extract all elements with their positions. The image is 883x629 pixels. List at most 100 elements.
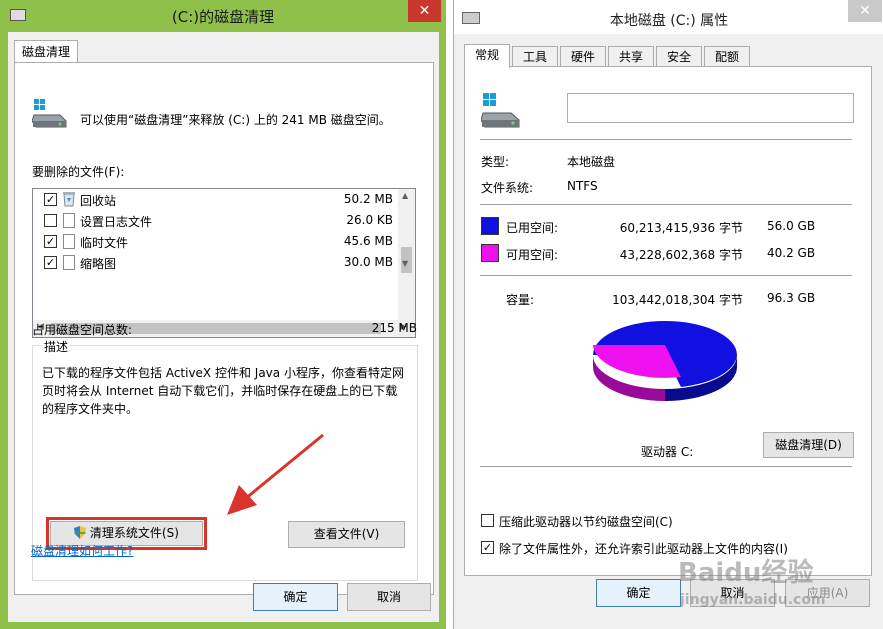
free-space-swatch <box>481 244 499 262</box>
file-icon <box>63 213 75 228</box>
list-item[interactable]: ✓ 缩略图 30.0 MB <box>33 252 397 273</box>
close-icon: ✕ <box>859 3 871 19</box>
type-value: 本地磁盘 <box>567 155 616 169</box>
watermark-logo: Baidu经验 <box>678 558 814 588</box>
capacity-bytes: 103,442,018,304 字节 <box>612 293 743 307</box>
index-checkbox[interactable]: ✓ <box>481 541 494 554</box>
file-name: 缩略图 <box>80 257 117 271</box>
tab-sharing[interactable]: 共享 <box>608 46 654 68</box>
tab-panel-general: 类型: 本地磁盘 文件系统: NTFS 已用空间: 60,213,415,936… <box>464 66 872 576</box>
dialog-client: 磁盘清理 可以使用“磁盘清理”来释放 (C:) 上的 241 MB 磁盘空间。 … <box>8 32 439 622</box>
tab-security[interactable]: 安全 <box>656 46 702 68</box>
tab-tools[interactable]: 工具 <box>512 46 558 68</box>
file-name: 临时文件 <box>80 236 129 250</box>
tab-hardware[interactable]: 硬件 <box>560 46 606 68</box>
total-label: 占用磁盘空间总数: <box>32 323 133 337</box>
tab-label: 配额 <box>714 50 739 64</box>
ok-button[interactable]: 确定 <box>253 583 338 611</box>
separator <box>480 139 852 140</box>
tab-panel: 可以使用“磁盘清理”来释放 (C:) 上的 241 MB 磁盘空间。 要删除的文… <box>14 62 434 595</box>
window-title: 本地磁盘 (C:) 属性 <box>609 13 729 29</box>
dialog-client: 常规 工具 硬件 共享 安全 配额 类型: 本地磁盘 文件系统: NTFS 已用… <box>454 34 883 629</box>
drive-label: 驱动器 C: <box>641 445 694 459</box>
tab-label: 工具 <box>522 50 547 64</box>
description-title: 描述 <box>42 338 71 355</box>
drive-icon <box>480 93 521 133</box>
tab-disk-cleanup[interactable]: 磁盘清理 <box>14 40 79 64</box>
file-name: 回收站 <box>80 194 117 208</box>
tab-label: 常规 <box>474 48 499 62</box>
button-label: 确定 <box>626 586 651 600</box>
arrow-annotation <box>227 433 324 515</box>
filesystem-value: NTFS <box>567 179 598 193</box>
files-label: 要删除的文件(F): <box>32 165 125 179</box>
check-mark: ✓ <box>482 541 493 554</box>
tab-label: 安全 <box>666 50 691 64</box>
view-files-button[interactable]: 查看文件(V) <box>288 521 405 548</box>
checkbox[interactable]: ✓ <box>44 193 57 206</box>
drive-name-input[interactable] <box>567 93 854 123</box>
description-text: 已下载的程序文件包括 ActiveX 控件和 Java 小程序，你查看特定网页时… <box>42 366 404 416</box>
close-button[interactable]: ✕ <box>848 0 882 22</box>
file-size: 50.2 MB <box>343 192 393 206</box>
checkbox[interactable]: ✓ <box>44 256 57 269</box>
disk-cleanup-window: (C:)的磁盘清理 ✕ 磁盘清理 可以使用“磁盘清理”来释放 (C:) 上的 2… <box>0 0 446 629</box>
tab-label: 共享 <box>618 50 643 64</box>
list-item[interactable]: ✓ 临时文件 45.6 MB <box>33 231 397 252</box>
tab-quota[interactable]: 配额 <box>704 46 750 68</box>
drive-properties-window: 本地磁盘 (C:) 属性 ✕ 常规 工具 硬件 共享 安全 配额 类型: 本地磁… <box>453 0 883 629</box>
cancel-button[interactable]: 取消 <box>347 583 431 611</box>
drive-icon <box>31 99 68 129</box>
watermark: Baidu经验 <box>678 552 813 589</box>
check-mark: ✓ <box>45 193 56 206</box>
button-label: 确定 <box>283 590 308 604</box>
check-mark: ✓ <box>45 256 56 269</box>
help-link[interactable]: 磁盘清理如何工作? <box>31 542 133 559</box>
shield-icon <box>74 524 87 539</box>
list-item[interactable]: 设置日志文件 26.0 KB <box>33 210 397 231</box>
title-bar[interactable]: (C:)的磁盘清理 <box>0 0 446 32</box>
used-space-label: 已用空间: <box>506 221 559 235</box>
used-space-gb: 56.0 GB <box>767 219 816 233</box>
checkbox[interactable]: ✓ <box>44 235 57 248</box>
compress-checkbox[interactable] <box>481 514 494 527</box>
scroll-up-icon[interactable]: ▲ <box>402 191 408 200</box>
recycle-bin-icon <box>62 191 76 207</box>
check-mark: ✓ <box>45 235 56 248</box>
type-label: 类型: <box>481 155 510 169</box>
close-icon: ✕ <box>418 3 431 19</box>
tab-label: 磁盘清理 <box>22 45 71 59</box>
filesystem-label: 文件系统: <box>481 181 534 195</box>
close-button[interactable]: ✕ <box>408 0 441 22</box>
file-icon <box>63 234 75 249</box>
files-list[interactable]: ✓ 回收站 50.2 MB 设置日志文件 26.0 KB ✓ 临时文件 45.6… <box>32 188 416 338</box>
free-space-gb: 40.2 GB <box>767 246 816 260</box>
list-item[interactable]: ✓ 回收站 50.2 MB <box>33 189 397 210</box>
scroll-down-icon[interactable]: ▼ <box>402 259 408 268</box>
tab-label: 硬件 <box>570 50 595 64</box>
disk-cleanup-button[interactable]: 磁盘清理(D) <box>763 432 854 458</box>
checkbox[interactable] <box>44 214 57 227</box>
window-title: (C:)的磁盘清理 <box>171 8 275 26</box>
separator <box>480 466 852 467</box>
watermark-url: jingyan.baidu.com <box>680 592 826 608</box>
usage-pie-chart <box>593 321 737 401</box>
total-value: 215 MB <box>371 321 417 335</box>
button-label: 取消 <box>376 590 401 604</box>
used-space-bytes: 60,213,415,936 字节 <box>619 221 743 235</box>
ok-button[interactable]: 确定 <box>596 579 681 607</box>
used-space-swatch <box>481 217 499 235</box>
button-label: 清理系统文件(S) <box>89 526 179 540</box>
separator <box>480 275 852 276</box>
button-label: 查看文件(V) <box>313 527 380 541</box>
button-label: 磁盘清理(D) <box>775 438 842 452</box>
separator <box>480 204 852 205</box>
file-icon <box>63 255 75 270</box>
info-text: 可以使用“磁盘清理”来释放 (C:) 上的 241 MB 磁盘空间。 <box>80 113 391 127</box>
file-name: 设置日志文件 <box>80 215 153 229</box>
file-size: 26.0 KB <box>346 213 393 227</box>
vertical-scrollbar[interactable]: ▲ ▼ <box>398 189 415 320</box>
capacity-label: 容量: <box>506 293 535 307</box>
capacity-gb: 96.3 GB <box>767 291 816 305</box>
tab-general[interactable]: 常规 <box>464 44 510 68</box>
